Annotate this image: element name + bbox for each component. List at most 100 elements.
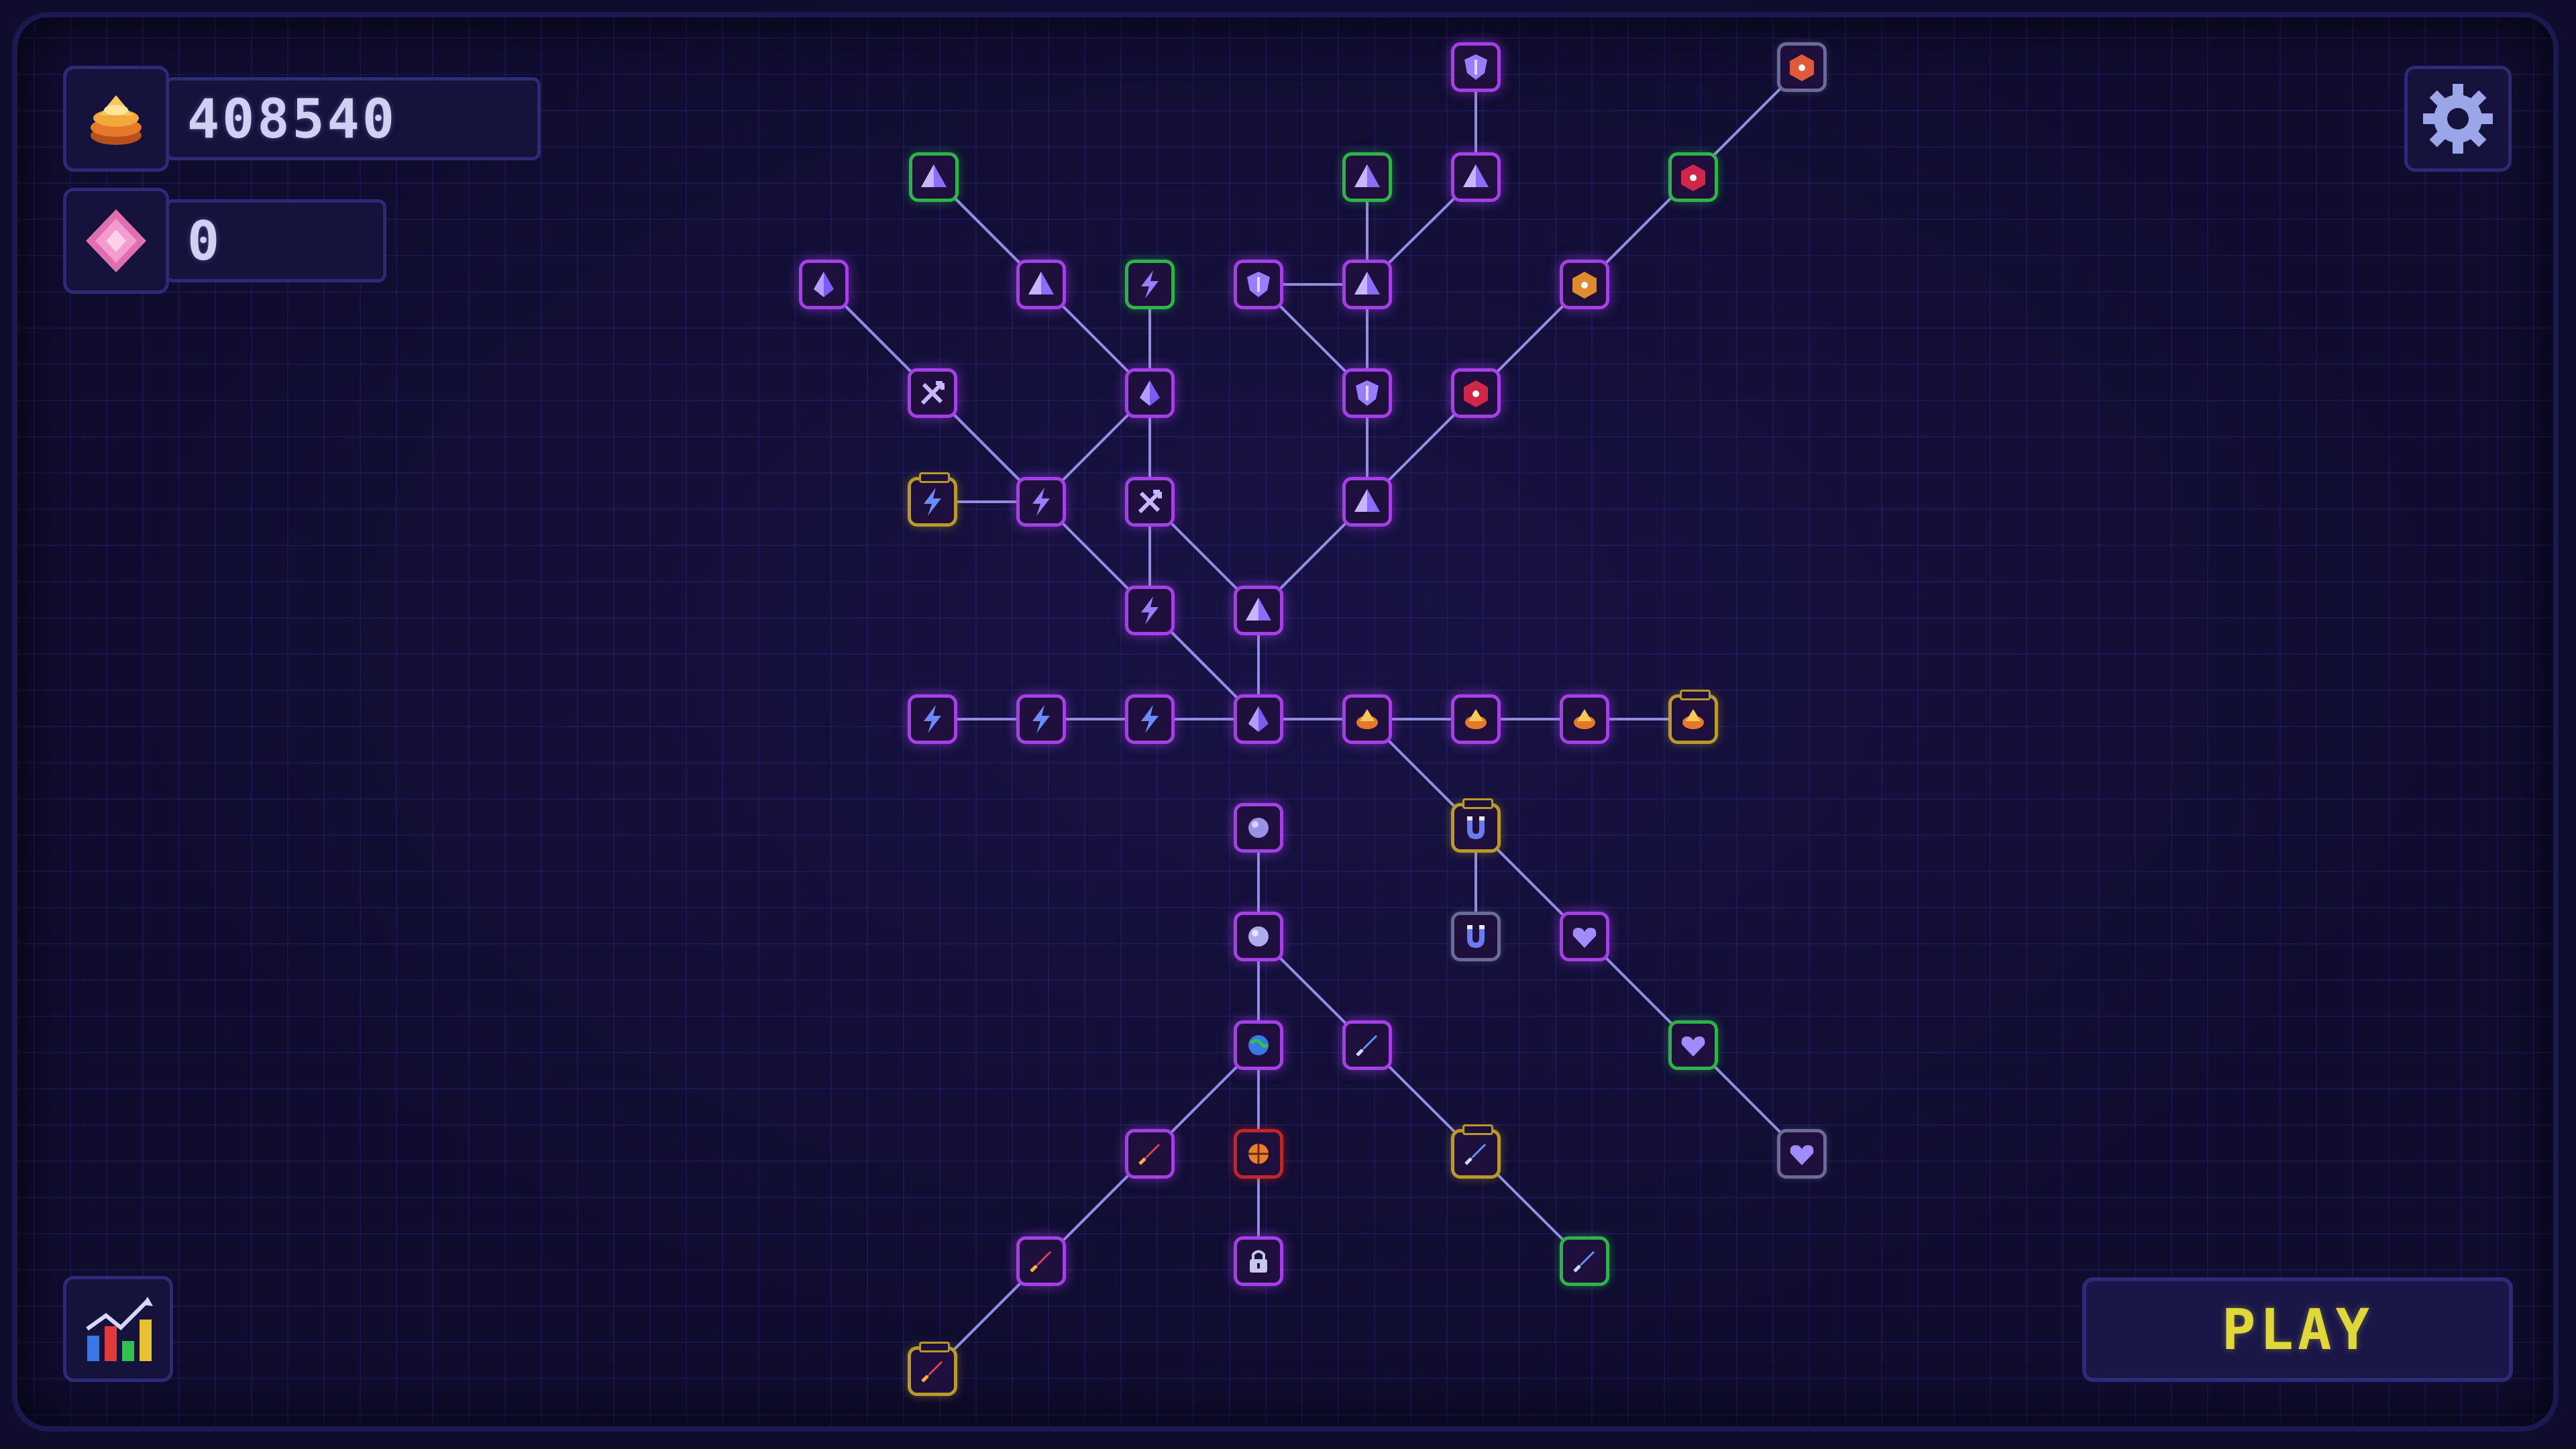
skill-node-diamond[interactable] <box>799 260 849 309</box>
arrows-icon <box>1138 490 1162 514</box>
lightning-icon <box>1141 705 1159 733</box>
skill-node-coin[interactable] <box>1668 690 1718 744</box>
shield-icon <box>1464 54 1487 80</box>
skill-node-coin[interactable] <box>1560 694 1609 744</box>
skill-node-pyramid[interactable] <box>1342 260 1392 309</box>
orb-icon <box>1248 926 1269 947</box>
skill-node-pyramid[interactable] <box>909 152 959 202</box>
skill-node-feather[interactable] <box>1342 1020 1392 1070</box>
skill-node-lock[interactable] <box>1234 1236 1283 1286</box>
skill-node-pyramid[interactable] <box>1342 477 1392 527</box>
diamond-icon <box>1248 706 1269 732</box>
upgrade-pips <box>1680 690 1711 700</box>
pyramid-icon <box>1354 489 1380 512</box>
skill-node-dice[interactable] <box>1451 368 1501 418</box>
skill-node-lightning[interactable] <box>1125 586 1175 635</box>
skill-node-shield[interactable] <box>1234 260 1283 309</box>
magnet-icon <box>1467 816 1485 839</box>
feather-icon <box>1356 1035 1377 1057</box>
skill-node-dice[interactable] <box>1777 42 1827 92</box>
pyramid-icon <box>1246 598 1271 621</box>
arrows-icon <box>920 381 945 405</box>
rocket-icon <box>1030 1251 1051 1273</box>
diamond-icon <box>814 272 834 297</box>
skill-node-lightning[interactable] <box>1125 694 1175 744</box>
skill-node-lightning[interactable] <box>908 472 957 527</box>
skill-node-pyramid[interactable] <box>1342 152 1392 202</box>
skill-node-feather[interactable] <box>1560 1236 1609 1286</box>
skill-node-rocket[interactable] <box>908 1342 957 1396</box>
skill-node-arrows[interactable] <box>1125 477 1175 527</box>
skill-node-pyramid[interactable] <box>1016 260 1066 309</box>
upgrade-pips <box>919 472 950 483</box>
skill-node-diamond[interactable] <box>1125 368 1175 418</box>
rocket-icon <box>921 1361 943 1383</box>
coin-stack-icon <box>63 66 169 172</box>
dice-icon <box>1681 164 1705 191</box>
skill-node-pyramid[interactable] <box>1451 152 1501 202</box>
basketball-icon <box>1248 1144 1269 1164</box>
skill-node-rocket[interactable] <box>1125 1129 1175 1179</box>
lightning-icon <box>1141 270 1159 299</box>
skill-node-coin[interactable] <box>1451 694 1501 744</box>
dice-icon <box>1790 54 1814 81</box>
upgrade-pips <box>1462 1124 1493 1135</box>
skill-node-pyramid[interactable] <box>1234 586 1283 635</box>
skill-node-basketball[interactable] <box>1234 1129 1283 1179</box>
pyramid-icon <box>921 164 947 187</box>
skill-node-globe[interactable] <box>1234 1020 1283 1070</box>
skill-node-magnet[interactable] <box>1451 798 1501 853</box>
skill-node-magnet[interactable] <box>1451 912 1501 961</box>
skill-node-coin[interactable] <box>1342 694 1392 744</box>
skill-node-orb[interactable] <box>1234 912 1283 961</box>
skill-node-lightning[interactable] <box>908 694 957 744</box>
skill-node-lightning[interactable] <box>1016 477 1066 527</box>
skill-node-arrows[interactable] <box>908 368 957 418</box>
skill-node-lightning[interactable] <box>1125 260 1175 309</box>
upgrade-pips <box>1462 798 1493 809</box>
coin-icon <box>1574 709 1595 729</box>
magnet-icon <box>1467 925 1485 948</box>
rocket-icon <box>1138 1144 1160 1165</box>
heart-icon <box>1681 1036 1705 1057</box>
lock-icon <box>1250 1250 1267 1273</box>
feather-icon <box>1464 1144 1486 1165</box>
skill-node-orb[interactable] <box>1234 803 1283 853</box>
dice-icon <box>1464 380 1488 407</box>
skill-node-heart[interactable] <box>1668 1020 1718 1070</box>
lightning-icon <box>1032 488 1050 516</box>
pyramid-icon <box>1028 272 1054 294</box>
game-screen: 408540 0 PLAY <box>0 0 2576 1449</box>
skill-node-dice[interactable] <box>1668 152 1718 202</box>
skill-node-shield[interactable] <box>1342 368 1392 418</box>
skill-node-lightning[interactable] <box>1016 694 1066 744</box>
skill-node-heart[interactable] <box>1777 1129 1827 1179</box>
coin-icon <box>1356 709 1378 729</box>
lightning-icon <box>924 705 941 733</box>
heart-icon <box>1790 1145 1814 1165</box>
shield-icon <box>1247 272 1270 297</box>
dice-icon <box>1572 272 1597 299</box>
pink-gem-icon <box>63 188 169 294</box>
orb-icon <box>1248 818 1269 838</box>
skill-tree-links <box>822 66 1803 1373</box>
pyramid-icon <box>1354 164 1380 187</box>
pyramid-icon <box>1463 164 1489 187</box>
heart-icon <box>1572 928 1597 948</box>
skill-node-heart[interactable] <box>1560 912 1609 961</box>
upgrade-pips <box>919 1342 950 1352</box>
skill-node-shield[interactable] <box>1451 42 1501 92</box>
feather-icon <box>1573 1251 1595 1273</box>
skill-node-rocket[interactable] <box>1016 1236 1066 1286</box>
diamond-icon <box>1140 380 1160 406</box>
pyramid-icon <box>1354 272 1380 294</box>
skill-node-feather[interactable] <box>1451 1124 1501 1179</box>
lightning-icon <box>1141 596 1159 625</box>
coin-icon <box>1465 709 1487 729</box>
lightning-icon <box>1032 705 1050 733</box>
coin-icon <box>1682 709 1704 729</box>
skill-node-root[interactable] <box>1234 694 1283 744</box>
lightning-icon <box>924 488 941 516</box>
skill-node-dice[interactable] <box>1560 260 1609 309</box>
shield-icon <box>1356 380 1379 406</box>
